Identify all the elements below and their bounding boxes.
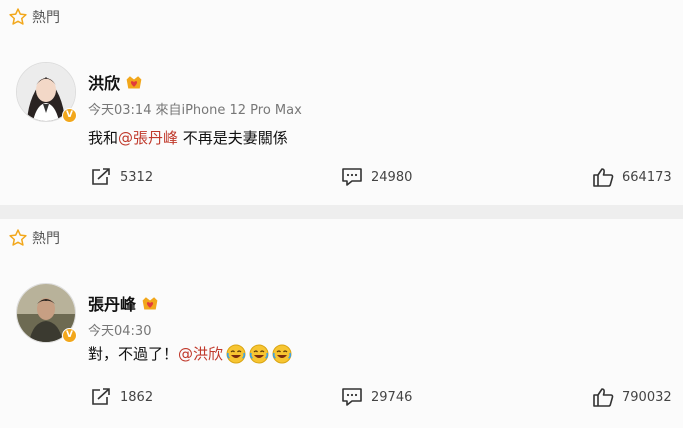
user-name-row: 張丹峰 (88, 291, 160, 315)
action-bar: 5312 24980 664173 (0, 164, 683, 194)
like-count: 790032 (622, 389, 672, 405)
post-text: 對，不過了！ @洪欣 (88, 343, 292, 364)
action-bar: 1862 29746 790032 (0, 384, 683, 414)
like-icon (593, 168, 614, 187)
post-meta: 今天03:14 來自iPhone 12 Pro Max (88, 99, 302, 118)
mention-link[interactable]: @洪欣 (178, 343, 223, 364)
repost-count: 1862 (120, 389, 154, 405)
crown-heart-icon (126, 76, 142, 89)
user-name-row: 洪欣 (88, 70, 144, 94)
user-name[interactable]: 張丹峰 (88, 291, 136, 315)
mention-link[interactable]: @張丹峰 (118, 127, 178, 148)
like-button[interactable]: 664173 (592, 167, 672, 187)
post-meta: 今天04:30 (88, 320, 151, 339)
repost-button[interactable]: 1862 (90, 387, 153, 407)
repost-icon (92, 388, 110, 405)
hot-label: 熱門 (32, 10, 60, 26)
comment-count: 29746 (371, 389, 413, 405)
post-time[interactable]: 今天04:30 (88, 324, 151, 339)
verified-badge-icon: V (62, 328, 77, 343)
user-name[interactable]: 洪欣 (88, 70, 120, 94)
weibo-post-1: 熱門 V 洪欣 今天03:14 來自iPhone 12 Pro Max 我和 @張丹… (0, 0, 683, 205)
weibo-post-2: 熱門 V 張丹峰 今天04:30 對，不過了！ @洪欣 1862 29746 7… (0, 219, 683, 428)
comment-button[interactable]: 24980 (341, 167, 412, 187)
post-text-before: 我和 (88, 129, 119, 147)
repost-button[interactable]: 5312 (90, 167, 153, 187)
post-text: 我和 @張丹峰 不再是夫妻關係 (88, 127, 288, 148)
repost-count: 5312 (120, 169, 154, 185)
post-source: 來自iPhone 12 Pro Max (155, 103, 302, 118)
star-outline-icon (9, 229, 27, 246)
like-button[interactable]: 790032 (592, 387, 672, 407)
repost-icon (92, 168, 110, 185)
hot-tag: 熱門 (8, 228, 60, 248)
comment-icon (342, 168, 362, 186)
comment-count: 24980 (371, 169, 413, 185)
like-icon (593, 388, 614, 407)
post-text-before: 對，不過了！ (88, 345, 179, 363)
laughing-crying-emoji-icon (226, 344, 246, 363)
star-outline-icon (9, 8, 27, 25)
laughing-crying-emoji-icon (249, 344, 269, 363)
post-text-after: 不再是夫妻關係 (178, 129, 288, 147)
comment-button[interactable]: 29746 (341, 387, 412, 407)
hot-tag: 熱門 (8, 7, 60, 27)
laughing-crying-emoji-icon (272, 344, 292, 363)
verified-badge-icon: V (62, 108, 77, 123)
like-count: 664173 (622, 169, 672, 185)
post-time[interactable]: 今天03:14 (88, 103, 151, 118)
comment-icon (342, 388, 362, 406)
crown-heart-icon (142, 297, 158, 310)
hot-label: 熱門 (32, 231, 60, 247)
